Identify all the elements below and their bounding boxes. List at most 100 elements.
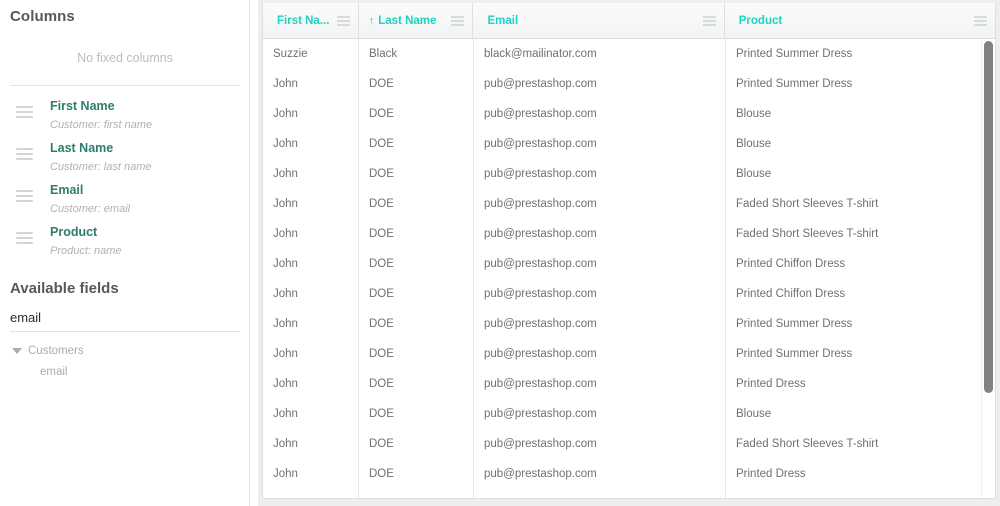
selected-columns-list: First Name Customer: first name Last Nam…	[0, 86, 250, 262]
vertical-scrollbar-thumb[interactable]	[984, 41, 993, 393]
table-row[interactable]: John DOE pub@prestashop.com Blouse	[263, 99, 995, 129]
column-item-source: Product: name	[50, 245, 122, 257]
tree-group-customers[interactable]: Customers	[12, 342, 250, 360]
cell-last-name: DOE	[359, 159, 474, 189]
table-row[interactable]: JohnDOEpub@prestashop.comPrinted Dress	[263, 489, 995, 498]
cell-first-name: John	[263, 489, 359, 498]
cell-product: Printed Chiffon Dress	[736, 288, 846, 300]
cell-first-name: John	[263, 189, 359, 219]
cell-product: Blouse	[736, 408, 772, 420]
column-item-label: Last Name	[50, 141, 114, 155]
sort-arrow-icon: ↑	[368, 14, 375, 27]
cell-email: pub@prestashop.com	[474, 69, 726, 99]
table-row[interactable]: John DOE pub@prestashop.com Printed Summer …	[263, 309, 995, 339]
tree-leaf-email[interactable]: email	[12, 363, 250, 381]
cell-email: black@mailinator.com	[474, 39, 726, 69]
cell-first-name: John	[263, 99, 359, 129]
table-row[interactable]: John DOE pub@prestashop.com Faded Short Sle…	[263, 219, 995, 249]
fixed-columns-dropzone[interactable]: No fixed columns	[0, 31, 250, 85]
table-row[interactable]: JohnDOEpub@prestashop.comPrinted Dress	[263, 369, 995, 399]
cell-first-name: John	[263, 69, 359, 99]
column-header-email[interactable]: Email	[473, 3, 725, 38]
cell-last-name: DOE	[359, 369, 474, 399]
cell-product: Blouse	[736, 108, 772, 120]
report-column-builder: Columns No fixed columns First Name Cust…	[0, 0, 1000, 506]
field-search-input[interactable]	[10, 310, 240, 325]
drag-handle-icon[interactable]	[16, 106, 33, 121]
columns-panel: Columns No fixed columns First Name Cust…	[0, 0, 250, 506]
column-header-first-name[interactable]: First Na...	[263, 3, 359, 38]
column-header-product[interactable]: Product	[725, 3, 995, 38]
no-fixed-columns-text: No fixed columns	[77, 51, 173, 65]
cell-product: Printed Dress	[736, 468, 806, 480]
vertical-scrollbar[interactable]	[981, 39, 995, 498]
cell-last-name: DOE	[359, 279, 474, 309]
data-grid-body[interactable]: Suzzie Black black@mailinator.com Printed S…	[263, 39, 995, 498]
column-list-item-email[interactable]: Email Customer: email	[0, 178, 250, 220]
table-row[interactable]: Suzzie Black black@mailinator.com Printed S…	[263, 39, 995, 69]
column-item-source: Customer: email	[50, 203, 131, 215]
cell-email: pub@prestashop.com	[474, 369, 726, 399]
tree-group-label: Customers	[28, 345, 84, 357]
cell-last-name: DOE	[359, 69, 474, 99]
drag-handle-icon[interactable]	[16, 148, 33, 163]
table-row[interactable]: John DOE pub@prestashop.com Blouse	[263, 159, 995, 189]
cell-product: Blouse	[736, 138, 772, 150]
caret-down-icon[interactable]	[12, 348, 22, 354]
column-header-last-name[interactable]: ↑ Last Name	[359, 3, 474, 38]
column-menu-icon[interactable]	[974, 16, 987, 28]
cell-last-name: DOE	[359, 399, 474, 429]
cell-first-name: John	[263, 399, 359, 429]
column-item-label: Product	[50, 225, 98, 239]
available-fields-tree: Customers email	[0, 332, 250, 381]
cell-last-name: DOE	[359, 339, 474, 369]
cell-last-name: DOE	[359, 309, 474, 339]
cell-email: pub@prestashop.com	[474, 429, 726, 459]
cell-last-name: DOE	[359, 489, 474, 498]
cell-first-name: John	[263, 159, 359, 189]
cell-email: pub@prestashop.com	[474, 489, 726, 498]
cell-product: Printed Dress	[736, 378, 806, 390]
cell-email: pub@prestashop.com	[474, 399, 726, 429]
cell-last-name: DOE	[359, 219, 474, 249]
cell-email: pub@prestashop.com	[474, 219, 726, 249]
cell-email: pub@prestashop.com	[474, 279, 726, 309]
columns-panel-title: Columns	[10, 8, 75, 25]
column-item-label: Email	[50, 183, 84, 197]
column-item-source: Customer: first name	[50, 119, 153, 131]
table-row[interactable]: John DOE pub@prestashop.com Faded Short Sle…	[263, 429, 995, 459]
cell-product: Printed Summer Dress	[736, 318, 853, 330]
cell-product: Printed Summer Dress	[736, 48, 853, 60]
cell-product: Faded Short Sleeves T-shirt	[736, 438, 879, 450]
table-row[interactable]: John DOE pub@prestashop.com Printed Chiffon…	[263, 249, 995, 279]
column-item-label: First Name	[50, 99, 115, 113]
drag-handle-icon[interactable]	[16, 232, 33, 247]
column-list-item-first-name[interactable]: First Name Customer: first name	[0, 94, 250, 136]
cell-first-name: John	[263, 339, 359, 369]
table-row[interactable]: John DOE pub@prestashop.com Printed Chiffon…	[263, 279, 995, 309]
table-row[interactable]: JohnDOEpub@prestashop.comPrinted Dress	[263, 459, 995, 489]
column-header-label: Product	[738, 14, 783, 27]
table-row[interactable]: John DOE pub@prestashop.com Printed Summer …	[263, 69, 995, 99]
column-header-label: First Na...	[277, 14, 330, 27]
column-list-item-last-name[interactable]: Last Name Customer: last name	[0, 136, 250, 178]
panel-edge-divider	[249, 0, 250, 506]
cell-product: Printed Summer Dress	[736, 78, 853, 90]
table-row[interactable]: John DOE pub@prestashop.com Blouse	[263, 129, 995, 159]
column-menu-icon[interactable]	[336, 16, 350, 28]
column-menu-icon[interactable]	[451, 16, 465, 28]
cell-first-name: John	[263, 309, 359, 339]
cell-product: Printed Chiffon Dress	[736, 258, 846, 270]
table-row[interactable]: John DOE pub@prestashop.com Faded Short Sle…	[263, 189, 995, 219]
drag-handle-icon[interactable]	[16, 190, 33, 205]
table-row[interactable]: John DOE pub@prestashop.com Printed Summer …	[263, 339, 995, 369]
data-grid-header: First Na... ↑ Last Name Email Product	[263, 3, 995, 39]
column-menu-icon[interactable]	[702, 16, 716, 28]
cell-first-name: Suzzie	[263, 39, 359, 69]
cell-email: pub@prestashop.com	[474, 459, 726, 489]
column-header-label: Email	[487, 14, 519, 27]
column-list-item-product[interactable]: Product Product: name	[0, 220, 250, 262]
table-row[interactable]: John DOE pub@prestashop.com Blouse	[263, 399, 995, 429]
cell-first-name: John	[263, 279, 359, 309]
field-search-wrapper	[10, 309, 240, 332]
